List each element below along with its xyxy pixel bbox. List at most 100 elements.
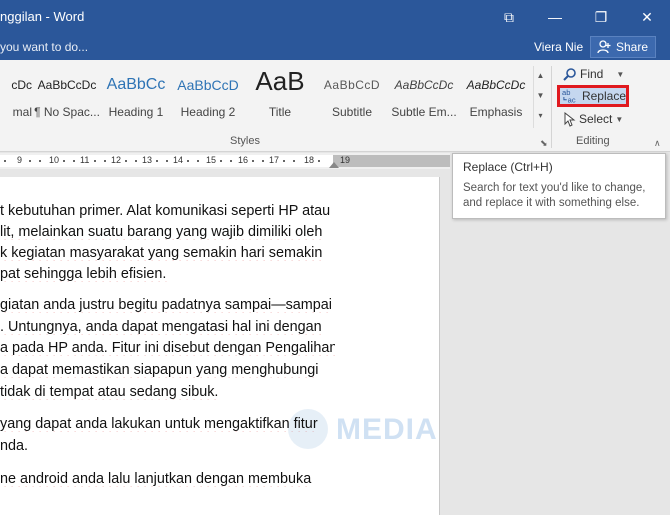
style-subtle-emphasis[interactable]: AaBbCcDc Subtle Em... xyxy=(388,64,460,124)
style-subtitle[interactable]: AaBbCcD Subtitle xyxy=(316,64,388,124)
ribbon-display-options-button[interactable]: ⧉ xyxy=(486,0,532,34)
style-sample: cDc xyxy=(11,78,32,92)
find-button[interactable]: Find ▼ xyxy=(558,63,624,85)
text-line: lit, melainkan suatu barang yang wajib d… xyxy=(0,224,335,240)
line-text: lit, melainkan suatu barang yang wajib d… xyxy=(0,224,323,240)
ruler-tick xyxy=(166,160,168,162)
ruler-tick xyxy=(293,160,295,162)
ruler-tick xyxy=(4,160,6,162)
user-name[interactable]: Viera Nie xyxy=(534,40,583,54)
ruler-tick xyxy=(125,160,127,162)
style-no-spacing[interactable]: AaBbCcDc ¶ No Spac... xyxy=(31,64,103,124)
ruler-tick xyxy=(283,160,285,162)
ruler-margin-area xyxy=(333,155,450,167)
share-button[interactable]: Share xyxy=(590,36,656,58)
share-label: Share xyxy=(616,40,649,54)
style-label: Subtitle xyxy=(331,105,373,119)
gallery-more-icon[interactable]: ▾ xyxy=(534,106,547,126)
text-line: k kegiatan masyarakat yang semakin hari … xyxy=(0,245,335,261)
style-label: ¶ No Spac... xyxy=(34,105,100,119)
gallery-down-icon[interactable]: ▼ xyxy=(534,86,547,106)
document-page[interactable]: MEDIA t kebutuhan primer. Alat komunikas… xyxy=(0,177,440,515)
line-text: tidak di tempat atau sedang sibuk. xyxy=(0,384,219,400)
find-dropdown-icon[interactable]: ▼ xyxy=(616,70,624,79)
replace-label: Replace xyxy=(581,89,626,103)
ruler-tick xyxy=(187,160,189,162)
line-text: t kebutuhan primer. Alat komunikasi sepe… xyxy=(0,203,331,219)
find-magnifier-icon xyxy=(563,67,576,81)
style-sample: AaBbCcD xyxy=(323,78,381,92)
ruler-tick xyxy=(252,160,254,162)
maximize-button[interactable]: ❐ xyxy=(578,0,624,34)
text-line: . Untungnya, anda dapat mengatasi hal in… xyxy=(0,319,335,335)
line-text: ne android anda lalu lanjutkan dengan me… xyxy=(0,471,312,487)
select-dropdown-icon[interactable]: ▼ xyxy=(615,115,623,124)
text-line: tidak di tempat atau sedang sibuk. xyxy=(0,384,335,400)
ruler-tick xyxy=(318,160,320,162)
replace-tooltip: Replace (Ctrl+H) Search for text you'd l… xyxy=(452,153,666,219)
style-normal[interactable]: cDc mal xyxy=(0,64,32,124)
line-text: . Untungnya, anda dapat mengatasi hal in… xyxy=(0,319,322,335)
tooltip-body: Search for text you'd like to change, an… xyxy=(463,182,646,209)
horizontal-ruler[interactable]: 9 10 11 12 13 14 15 16 17 18 19 xyxy=(0,153,450,169)
line-text: a dapat memastikan siapapun yang menghub… xyxy=(0,362,319,378)
minimize-icon: — xyxy=(548,9,562,25)
line-text: yang dapat anda lakukan untuk mengaktifk… xyxy=(0,416,318,432)
close-button[interactable]: ✕ xyxy=(624,0,670,34)
text-line: t kebutuhan primer. Alat komunikasi sepe… xyxy=(0,203,335,219)
style-sample: AaBbCcD xyxy=(177,77,239,93)
ruler-tick xyxy=(156,160,158,162)
style-heading-1[interactable]: AaBbCc Heading 1 xyxy=(100,64,172,124)
style-sample: AaBbCc xyxy=(106,76,166,93)
text-line: pat sehingga lebih efisien. xyxy=(0,266,335,282)
tell-me-input[interactable]: you want to do... xyxy=(0,40,88,54)
styles-dialog-launcher-icon[interactable]: ⬊ xyxy=(540,138,548,149)
ruler-number: 10 xyxy=(49,155,60,165)
find-label: Find xyxy=(580,67,604,81)
styles-gallery-scroller: ▲ ▼ ▾ xyxy=(533,66,547,128)
style-label: Emphasis xyxy=(469,105,523,119)
replace-button[interactable]: ab ac Replace xyxy=(557,85,629,107)
ruler-number: 15 xyxy=(206,155,217,165)
line-text: giatan anda justru begitu padatnya sampa… xyxy=(0,297,332,313)
editing-group-label: Editing xyxy=(576,135,610,147)
tooltip-title: Replace (Ctrl+H) xyxy=(463,160,553,174)
ruler-tick xyxy=(29,160,31,162)
ruler-tick xyxy=(220,160,222,162)
ruler-number: 9 xyxy=(17,155,23,165)
close-icon: ✕ xyxy=(641,8,653,25)
ruler-tick xyxy=(39,160,41,162)
style-label: Subtle Em... xyxy=(391,105,457,119)
style-sample: AaBbCcDc xyxy=(466,78,526,92)
minimize-button[interactable]: — xyxy=(532,0,578,34)
style-heading-2[interactable]: AaBbCcD Heading 2 xyxy=(172,64,244,124)
style-label: Heading 2 xyxy=(180,105,236,119)
replace-ab-ac-icon: ab ac xyxy=(562,88,576,104)
select-button[interactable]: Select ▼ xyxy=(558,108,623,130)
ruler-tick xyxy=(135,160,137,162)
ruler-tick xyxy=(104,160,106,162)
ruler-number: 17 xyxy=(269,155,280,165)
style-emphasis[interactable]: AaBbCcDc Emphasis xyxy=(460,64,532,124)
style-label: mal xyxy=(12,105,32,119)
gallery-up-icon[interactable]: ▲ xyxy=(534,66,547,86)
ruler-number: 11 xyxy=(80,155,90,165)
style-label: Title xyxy=(268,105,292,119)
ruler-number: 19 xyxy=(340,155,351,165)
right-indent-marker[interactable] xyxy=(329,162,339,168)
text-line: a dapat memastikan siapapun yang menghub… xyxy=(0,362,335,378)
collapse-ribbon-icon[interactable]: ∧ xyxy=(654,138,661,149)
ruler-number: 13 xyxy=(142,155,153,165)
style-title[interactable]: AaB Title xyxy=(244,64,316,124)
line-text: k kegiatan masyarakat yang semakin hari … xyxy=(0,245,323,261)
text-line: nda. xyxy=(0,438,335,454)
ruler-tick xyxy=(73,160,75,162)
text-line: a pada HP anda. Fitur ini disebut dengan… xyxy=(0,340,335,356)
ruler-number: 16 xyxy=(238,155,249,165)
ribbon-display-icon: ⧉ xyxy=(504,8,514,25)
svg-text:ac: ac xyxy=(568,96,576,104)
select-pointer-icon xyxy=(564,111,576,127)
title-bar: nggilan - Word ⧉ — ❐ ✕ xyxy=(0,0,670,34)
ruler-number: 18 xyxy=(304,155,315,165)
document-area: MEDIA t kebutuhan primer. Alat komunikas… xyxy=(0,169,670,515)
